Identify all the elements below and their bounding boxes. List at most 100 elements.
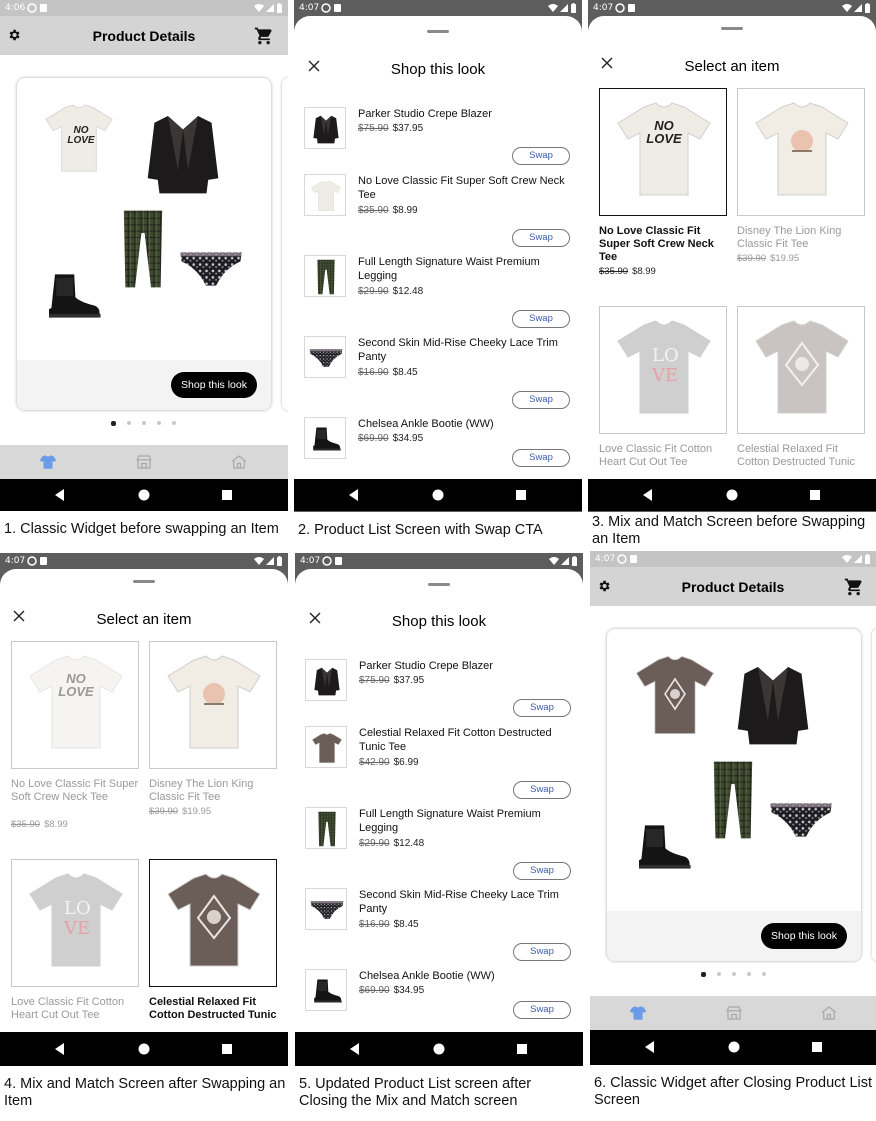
- product-image-box: [149, 641, 277, 769]
- list-item[interactable]: No Love Classic Fit Super Soft Crew Neck…: [304, 174, 572, 248]
- drag-handle[interactable]: [721, 27, 743, 30]
- status-time: 4:07: [593, 3, 614, 13]
- list-item[interactable]: Full Length Signature Waist Premium Legg…: [305, 807, 573, 881]
- drag-handle[interactable]: [428, 583, 450, 586]
- recents-icon[interactable]: [810, 1040, 824, 1054]
- product-name: Second Skin Mid-Rise Cheeky Lace Trim Pa…: [359, 889, 559, 915]
- shirt-icon[interactable]: [39, 453, 57, 471]
- panel-mix-match-after: 4:07 Select an item NO LOVE No Love Clas…: [0, 553, 288, 1121]
- home-icon[interactable]: [820, 1004, 838, 1022]
- status-bar: 4:06: [0, 0, 288, 16]
- swap-button[interactable]: Swap: [512, 147, 570, 165]
- carousel-dot[interactable]: [172, 421, 176, 425]
- carousel-dot[interactable]: [747, 972, 751, 976]
- outfit-card[interactable]: Shop this look: [607, 629, 861, 961]
- back-icon[interactable]: [347, 488, 361, 502]
- back-icon[interactable]: [53, 488, 67, 502]
- home-icon[interactable]: [230, 453, 248, 471]
- swap-button[interactable]: Swap: [513, 699, 571, 717]
- next-card-peek[interactable]: [872, 629, 876, 961]
- home-circle-icon[interactable]: [725, 488, 739, 502]
- store-icon[interactable]: [135, 453, 153, 471]
- product-name: Disney The Lion King Classic Fit Tee: [737, 225, 842, 250]
- back-icon[interactable]: [348, 1042, 362, 1056]
- back-icon[interactable]: [643, 1040, 657, 1054]
- swap-button[interactable]: Swap: [513, 781, 571, 799]
- cart-icon[interactable]: [254, 26, 274, 46]
- status-time: 4:07: [5, 556, 26, 566]
- panty-image: [179, 248, 243, 290]
- list-item[interactable]: Celestial Relaxed Fit Cotton Destructed …: [305, 726, 573, 800]
- carousel-dot[interactable]: [717, 972, 721, 976]
- list-item[interactable]: Chelsea Ankle Bootie (WW) $69.90 $34.95 S…: [305, 969, 573, 1025]
- recents-icon[interactable]: [808, 488, 822, 502]
- product-name: No Love Classic Fit Super Soft Crew Neck…: [11, 778, 139, 803]
- android-nav-bar: [588, 479, 876, 511]
- status-time: 4:07: [595, 554, 616, 564]
- drag-handle[interactable]: [427, 30, 449, 33]
- swap-button[interactable]: Swap: [512, 449, 570, 467]
- home-circle-icon[interactable]: [432, 1042, 446, 1056]
- swap-button[interactable]: Swap: [513, 1001, 571, 1019]
- list-item[interactable]: Chelsea Ankle Bootie (WW) $69.90 $34.95 S…: [304, 417, 572, 473]
- swap-button[interactable]: Swap: [512, 310, 570, 328]
- grid-item-selected[interactable]: Celestial Relaxed Fit Cotton Destructed …: [149, 859, 277, 1029]
- shop-this-look-button[interactable]: Shop this look: [761, 923, 847, 949]
- caption: 4. Mix and Match Screen after Swapping a…: [4, 1076, 286, 1109]
- recents-icon[interactable]: [515, 1042, 529, 1056]
- grid-item[interactable]: Disney The Lion King Classic Fit Tee $39…: [737, 88, 865, 288]
- recents-icon[interactable]: [514, 488, 528, 502]
- recents-icon[interactable]: [220, 488, 234, 502]
- product-price: $39.90 $19.95: [737, 253, 800, 264]
- product-price: $29.90 $12.48: [358, 286, 424, 297]
- notification-icons: [27, 3, 49, 13]
- list-item[interactable]: Parker Studio Crepe Blazer $75.90 $37.95 …: [305, 659, 573, 719]
- carousel-dot[interactable]: [127, 421, 131, 425]
- swap-button[interactable]: Swap: [512, 229, 570, 247]
- back-icon[interactable]: [53, 1042, 67, 1056]
- grid-item-selected[interactable]: NO LOVE No Love Classic Fit Super Soft C…: [599, 88, 727, 288]
- recents-icon[interactable]: [220, 1042, 234, 1056]
- grid-item[interactable]: Celestial Relaxed Fit Cotton Destructed …: [737, 306, 865, 476]
- product-name: Celestial Relaxed Fit Cotton Destructed …: [149, 996, 277, 1021]
- next-card-peek[interactable]: [282, 78, 288, 410]
- home-circle-icon[interactable]: [137, 1042, 151, 1056]
- home-circle-icon[interactable]: [431, 488, 445, 502]
- grid-item[interactable]: LO VE Love Classic Fit Cotton Heart Cut O…: [599, 306, 727, 476]
- store-icon[interactable]: [725, 1004, 743, 1022]
- svg-text:LO: LO: [652, 345, 678, 366]
- home-circle-icon[interactable]: [727, 1040, 741, 1054]
- carousel-dot[interactable]: [157, 421, 161, 425]
- list-item[interactable]: Parker Studio Crepe Blazer $75.90 $37.95 …: [304, 107, 572, 167]
- carousel-dot[interactable]: [701, 972, 706, 977]
- carousel-dot[interactable]: [762, 972, 766, 976]
- list-item[interactable]: Second Skin Mid-Rise Cheeky Lace Trim Pa…: [305, 888, 573, 962]
- cart-icon[interactable]: [844, 577, 864, 597]
- shirt-icon[interactable]: [629, 1004, 647, 1022]
- list-item[interactable]: Full Length Signature Waist Premium Legg…: [304, 255, 572, 329]
- product-price: $75.90 $37.95: [358, 123, 424, 134]
- carousel-dot[interactable]: [111, 421, 116, 426]
- wifi-signal-battery-icon: [253, 2, 283, 14]
- drag-handle[interactable]: [133, 580, 155, 583]
- grid-item[interactable]: LO VE Love Classic Fit Cotton Heart Cut O…: [11, 859, 139, 1029]
- grid-item[interactable]: Disney The Lion King Classic Fit Tee $39…: [149, 641, 277, 841]
- carousel-dots: [701, 972, 771, 978]
- wifi-signal-battery-icon: [548, 555, 578, 567]
- product-name: Chelsea Ankle Bootie (WW): [358, 418, 494, 430]
- home-circle-icon[interactable]: [137, 488, 151, 502]
- swap-button[interactable]: Swap: [513, 862, 571, 880]
- grid-item[interactable]: NO LOVE No Love Classic Fit Super Soft C…: [11, 641, 139, 841]
- product-name: Disney The Lion King Classic Fit Tee: [149, 778, 254, 803]
- outfit-card[interactable]: NO LOVE Shop this look: [17, 78, 271, 410]
- product-name: Full Length Signature Waist Premium Legg…: [358, 256, 540, 282]
- shop-this-look-button[interactable]: Shop this look: [171, 372, 257, 398]
- swap-button[interactable]: Swap: [513, 943, 571, 961]
- list-item[interactable]: Second Skin Mid-Rise Cheeky Lace Trim Pa…: [304, 336, 572, 410]
- product-thumbnail: [305, 969, 347, 1011]
- carousel-dot[interactable]: [732, 972, 736, 976]
- outfit-image: NO LOVE: [35, 92, 255, 332]
- back-icon[interactable]: [641, 488, 655, 502]
- carousel-dot[interactable]: [142, 421, 146, 425]
- swap-button[interactable]: Swap: [512, 391, 570, 409]
